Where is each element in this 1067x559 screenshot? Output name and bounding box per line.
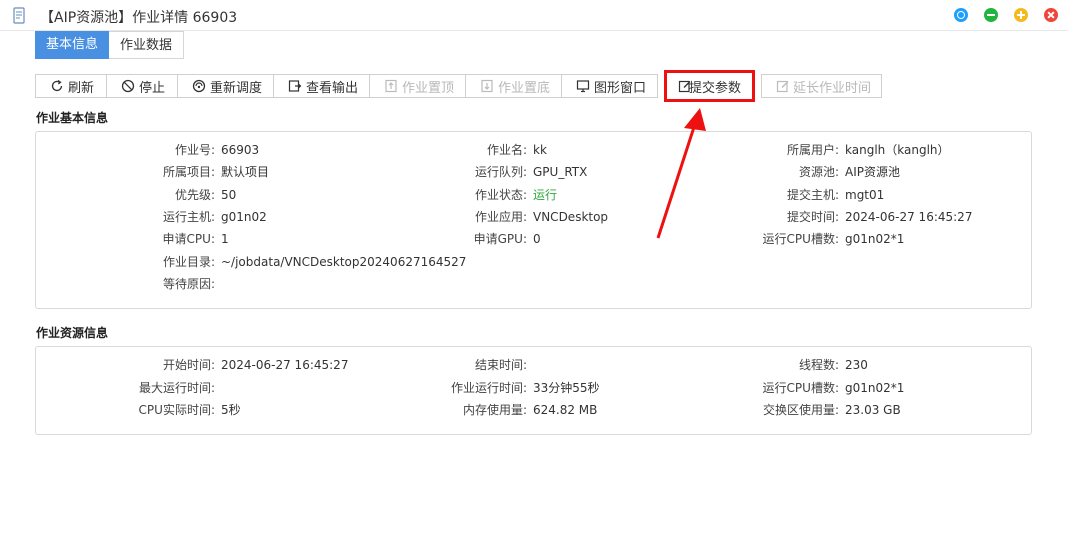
pool-label: 资源池: (798, 165, 839, 179)
tab-bar: 基本信息 作业数据 (35, 31, 185, 59)
window-title: 【AIP资源池】作业详情 66903 (40, 10, 238, 26)
extend-time-label: 延长作业时间 (792, 80, 871, 96)
edit-icon (678, 79, 691, 93)
view-output-label: 查看输出 (306, 80, 359, 96)
swap-label: 交换区使用量: (762, 403, 839, 417)
maximize-button[interactable] (1014, 8, 1028, 22)
pin-top-icon (384, 79, 398, 93)
reschedule-label: 重新调度 (210, 80, 263, 96)
refresh-icon (50, 79, 64, 93)
resource-info-section-title: 作业资源信息 (36, 326, 109, 340)
owner-label: 所属用户: (786, 143, 839, 157)
basic-info-section-title: 作业基本信息 (36, 111, 109, 125)
monitor-icon (576, 79, 590, 93)
document-icon (11, 7, 27, 24)
job-top-button[interactable]: 作业置顶 (369, 74, 466, 98)
job-top-label: 作业置顶 (402, 80, 455, 96)
tab-basic-info[interactable]: 基本信息 (35, 31, 110, 59)
job-bottom-label: 作业置底 (498, 80, 551, 96)
job-bottom-button[interactable]: 作业置底 (465, 74, 562, 98)
submit-time-label: 提交时间: (786, 210, 839, 224)
restore-button[interactable] (954, 8, 968, 22)
stop-button[interactable]: 停止 (106, 74, 178, 98)
graphic-window-label: 图形窗口 (594, 80, 647, 96)
edit-time-icon (776, 79, 789, 93)
graphic-window-button[interactable]: 图形窗口 (561, 74, 658, 98)
threads-label: 线程数: (798, 358, 839, 372)
pin-bottom-icon (480, 79, 494, 93)
tab-job-data[interactable]: 作业数据 (109, 31, 185, 59)
submit-params-button[interactable]: 提交参数 (664, 70, 755, 102)
reschedule-button[interactable]: 重新调度 (177, 74, 274, 98)
extend-time-button[interactable]: 延长作业时间 (761, 74, 882, 98)
view-output-button[interactable]: 查看输出 (273, 74, 370, 98)
res-cpu-slots-value: g01n02*1 (845, 381, 905, 395)
close-button[interactable] (1044, 8, 1058, 22)
res-cpu-slots-label: 运行CPU槽数: (762, 381, 839, 395)
submit-host-value: mgt01 (845, 188, 885, 202)
toolbar: 刷新 停止 重新调度 查看输出 作业置顶 作业置底 图形窗口 提交参数 延长作业… (35, 70, 882, 102)
reschedule-icon (192, 79, 206, 93)
submit-host-label: 提交主机: (786, 188, 839, 202)
owner-value: kanglh（kanglh） (845, 143, 950, 157)
threads-value: 230 (845, 358, 868, 372)
wait-reason-label: 等待原因: (162, 277, 215, 291)
swap-value: 23.03 GB (845, 403, 901, 417)
cpu-slots-value: g01n02*1 (845, 232, 905, 246)
cpu-slots-label: 运行CPU槽数: (762, 232, 839, 246)
job-dir-value: ~/jobdata/VNCDesktop20240627164527 (221, 255, 467, 269)
output-icon (288, 79, 302, 93)
pool-value: AIP资源池 (845, 165, 900, 179)
title-bar: 【AIP资源池】作业详情 66903 (0, 0, 1067, 31)
submit-time-value: 2024-06-27 16:45:27 (845, 210, 973, 224)
stop-label: 停止 (139, 80, 166, 96)
refresh-button[interactable]: 刷新 (35, 74, 107, 98)
job-dir-label: 作业目录: (162, 255, 215, 269)
refresh-label: 刷新 (68, 80, 95, 96)
stop-icon (121, 79, 135, 93)
minimize-button[interactable] (984, 8, 998, 22)
submit-params-label: 提交参数 (688, 80, 741, 96)
